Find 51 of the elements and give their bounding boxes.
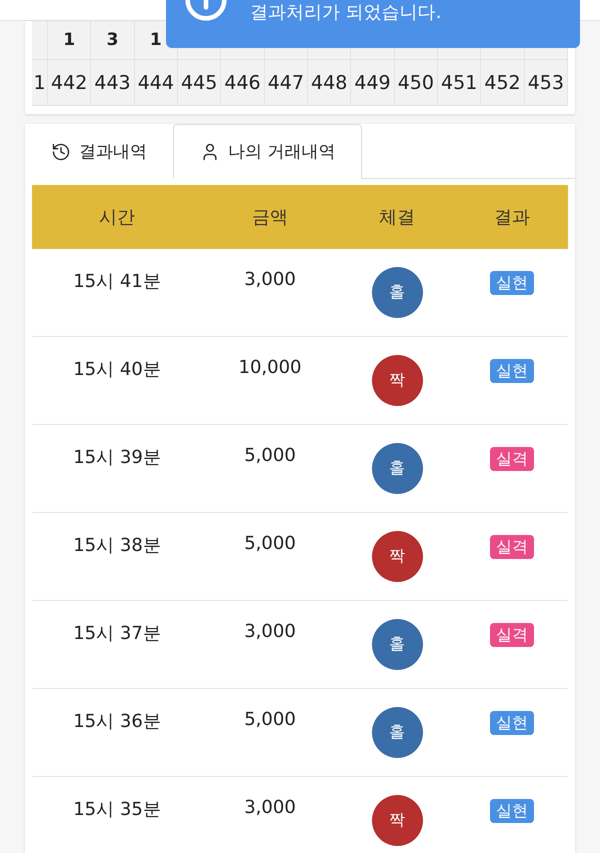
table-cell-text: 10,000 [238, 356, 302, 380]
result-tag: 실현 [490, 359, 534, 383]
result-tag: 실격 [490, 447, 534, 471]
grid-cell: 446 [221, 60, 265, 106]
table-cell-text: 5,000 [243, 708, 297, 732]
table-cell-text: 15시 36분 [72, 710, 162, 734]
column-header: 금액 [251, 206, 289, 229]
tab[interactable]: 나의 거래내역 [173, 124, 362, 179]
grid-cell: 447 [264, 60, 308, 106]
table-cell-text: 5,000 [243, 532, 297, 556]
pick-ball: 홀 [372, 619, 422, 670]
toast-message: 결과처리가 되었습니다. [250, 1, 442, 24]
column-header: 시간 [98, 206, 136, 229]
table-cell-text: 15시 40분 [72, 358, 162, 382]
table-cell-text: 5,000 [243, 444, 297, 468]
result-tag: 실격 [490, 623, 534, 647]
grid-cell: 445 [178, 60, 222, 106]
grid-cell: 443 [91, 60, 135, 106]
table-cell-text: 3,000 [243, 796, 297, 820]
grid-cell: 448 [308, 60, 352, 106]
grid-cell: 1 [48, 21, 92, 60]
result-tag: 실현 [490, 711, 534, 735]
tab[interactable]: 결과내역 [25, 124, 173, 179]
grid-cell: 1 [32, 60, 48, 106]
table-cell-text: 15시 37분 [72, 622, 162, 646]
result-tag: 실현 [490, 799, 534, 823]
column-header: 결과 [493, 206, 531, 229]
pick-ball: 짝 [372, 795, 422, 846]
grid-cell: 452 [481, 60, 525, 106]
table-cell-text: 15시 41분 [72, 270, 162, 294]
grid-cell: 451 [438, 60, 482, 106]
result-tag: 실격 [490, 535, 534, 559]
pick-ball: 짝 [372, 531, 422, 582]
pick-ball: 홀 [372, 443, 422, 494]
table-cell-text: 15시 35분 [72, 798, 162, 822]
grid-cell: 450 [394, 60, 438, 106]
grid-cell: 449 [351, 60, 395, 106]
table-cell-text: 15시 38분 [72, 534, 162, 558]
pick-ball: 홀 [372, 707, 422, 758]
table-cell-text: 3,000 [243, 620, 297, 644]
column-header: 체결 [378, 206, 416, 229]
grid-cell: 3 [91, 21, 135, 60]
grid-cell: 444 [134, 60, 178, 106]
pick-ball: 짝 [372, 355, 422, 406]
pick-ball: 홀 [372, 267, 422, 318]
grid-cell: 442 [48, 60, 92, 106]
result-tag: 실현 [490, 271, 534, 295]
history-icon [51, 142, 71, 162]
grid-cell: 453 [524, 60, 568, 106]
table-cell-text: 3,000 [243, 268, 297, 292]
table-cell-text: 15시 39분 [72, 446, 162, 470]
